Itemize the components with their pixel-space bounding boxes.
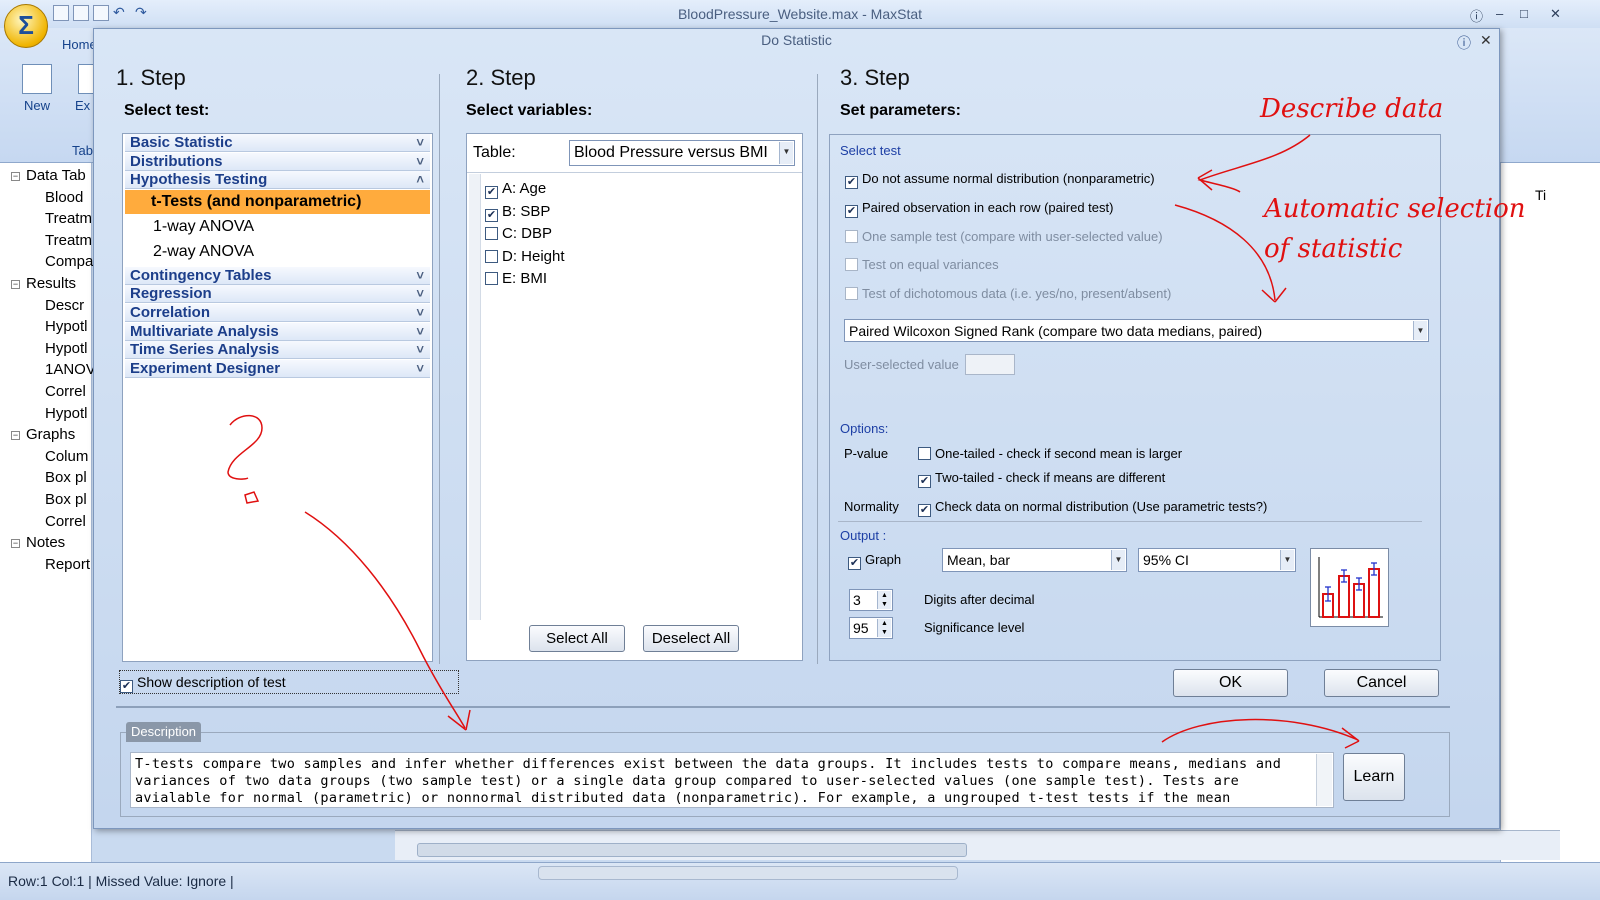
annotation-question-mark bbox=[227, 414, 263, 480]
annotation-arrowhead bbox=[1341, 727, 1360, 749]
annotation-arrow bbox=[1197, 134, 1311, 193]
annotation-overlay bbox=[227, 134, 1360, 749]
annotation-question-dot bbox=[244, 491, 260, 504]
annotation-arrow bbox=[1174, 204, 1276, 301]
annotation-of-statistic: of statistic bbox=[1264, 234, 1403, 264]
annotation-arrowhead bbox=[1197, 169, 1213, 191]
annotation-arrowhead bbox=[447, 709, 471, 731]
annotation-arrow bbox=[304, 511, 466, 729]
annotation-describe-data: Describe data bbox=[1260, 94, 1444, 124]
annotation-arrow bbox=[1161, 718, 1359, 743]
annotation-automatic-selection: Automatic selection bbox=[1264, 194, 1526, 224]
